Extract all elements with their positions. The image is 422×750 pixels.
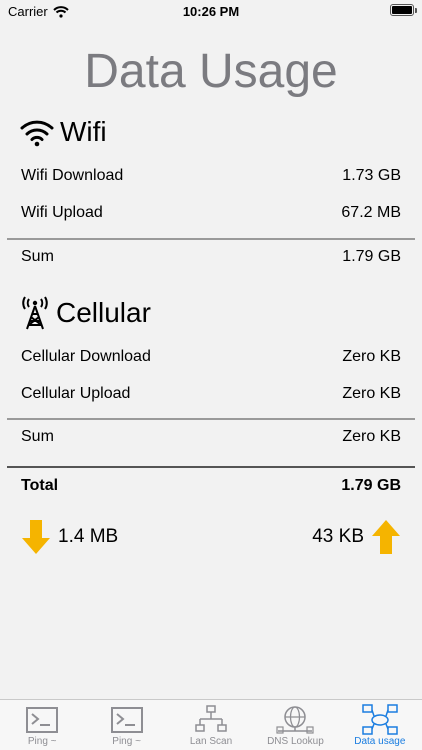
download-speed: 1.4 MB [22, 520, 118, 554]
total-divider [7, 466, 415, 468]
cellular-heading: Cellular [56, 297, 151, 328]
cellular-download-row: Cellular Download Zero KB [21, 348, 401, 366]
tab-bar: Ping ~ Ping ~ Lan Scan DNS Lookup Data u… [0, 699, 422, 750]
tab-label: Ping ~ [27, 736, 57, 747]
cellular-upload-row: Cellular Upload Zero KB [21, 385, 401, 403]
total-row: Total 1.79 GB [21, 477, 401, 495]
terminal-icon [110, 707, 143, 733]
tab-label: Lan Scan [189, 736, 233, 747]
tab-data-usage[interactable]: Data usage [338, 700, 422, 750]
wifi-sum-value: 1.79 GB [342, 248, 401, 265]
wifi-divider [7, 238, 415, 240]
wifi-upload-value: 67.2 MB [341, 204, 401, 221]
cellular-sum-label: Sum [21, 428, 54, 445]
wifi-download-label: Wifi Download [21, 167, 124, 184]
upload-speed-value: 43 KB [312, 526, 364, 547]
download-speed-value: 1.4 MB [58, 526, 119, 547]
data-network-icon [362, 704, 398, 735]
arrow-down-icon [22, 520, 50, 554]
tab-ping-2[interactable]: Ping ~ [84, 700, 168, 750]
cellular-upload-value: Zero KB [342, 385, 401, 402]
wifi-section-header: Wifi [20, 116, 107, 148]
upload-speed: 43 KB [312, 520, 400, 554]
globe-network-icon [276, 706, 315, 734]
status-time: 10:26 PM [182, 4, 240, 19]
cellular-sum-row: Sum Zero KB [21, 428, 401, 446]
battery-icon [390, 4, 417, 16]
network-icon [195, 705, 227, 732]
wifi-icon [20, 120, 54, 147]
tab-lan-scan[interactable]: Lan Scan [169, 700, 253, 750]
wifi-sum-row: Sum 1.79 GB [21, 248, 401, 266]
tab-label: Data usage [354, 736, 406, 747]
page-title: Data Usage [84, 45, 338, 98]
cell-tower-icon [22, 296, 48, 330]
cellular-divider [7, 418, 415, 420]
cellular-download-value: Zero KB [342, 348, 401, 365]
wifi-upload-label: Wifi Upload [21, 204, 103, 221]
wifi-download-row: Wifi Download 1.73 GB [21, 167, 401, 185]
terminal-icon [26, 707, 59, 733]
cellular-upload-label: Cellular Upload [21, 385, 131, 402]
status-bar: Carrier 10:26 PM [0, 0, 422, 24]
total-label: Total [21, 477, 59, 494]
tab-label: DNS Lookup [267, 736, 324, 747]
wifi-download-value: 1.73 GB [342, 167, 401, 184]
wifi-sum-label: Sum [21, 248, 54, 265]
tab-dns-lookup[interactable]: DNS Lookup [253, 700, 337, 750]
cellular-section-header: Cellular [20, 296, 151, 330]
tab-ping-1[interactable]: Ping ~ [0, 700, 84, 750]
wifi-heading: Wifi [60, 116, 107, 147]
total-value: 1.79 GB [341, 477, 401, 494]
cellular-download-label: Cellular Download [21, 348, 151, 365]
tab-label: Ping ~ [112, 736, 141, 747]
cellular-sum-value: Zero KB [342, 428, 401, 445]
wifi-upload-row: Wifi Upload 67.2 MB [21, 204, 401, 222]
arrow-up-icon [372, 520, 400, 554]
